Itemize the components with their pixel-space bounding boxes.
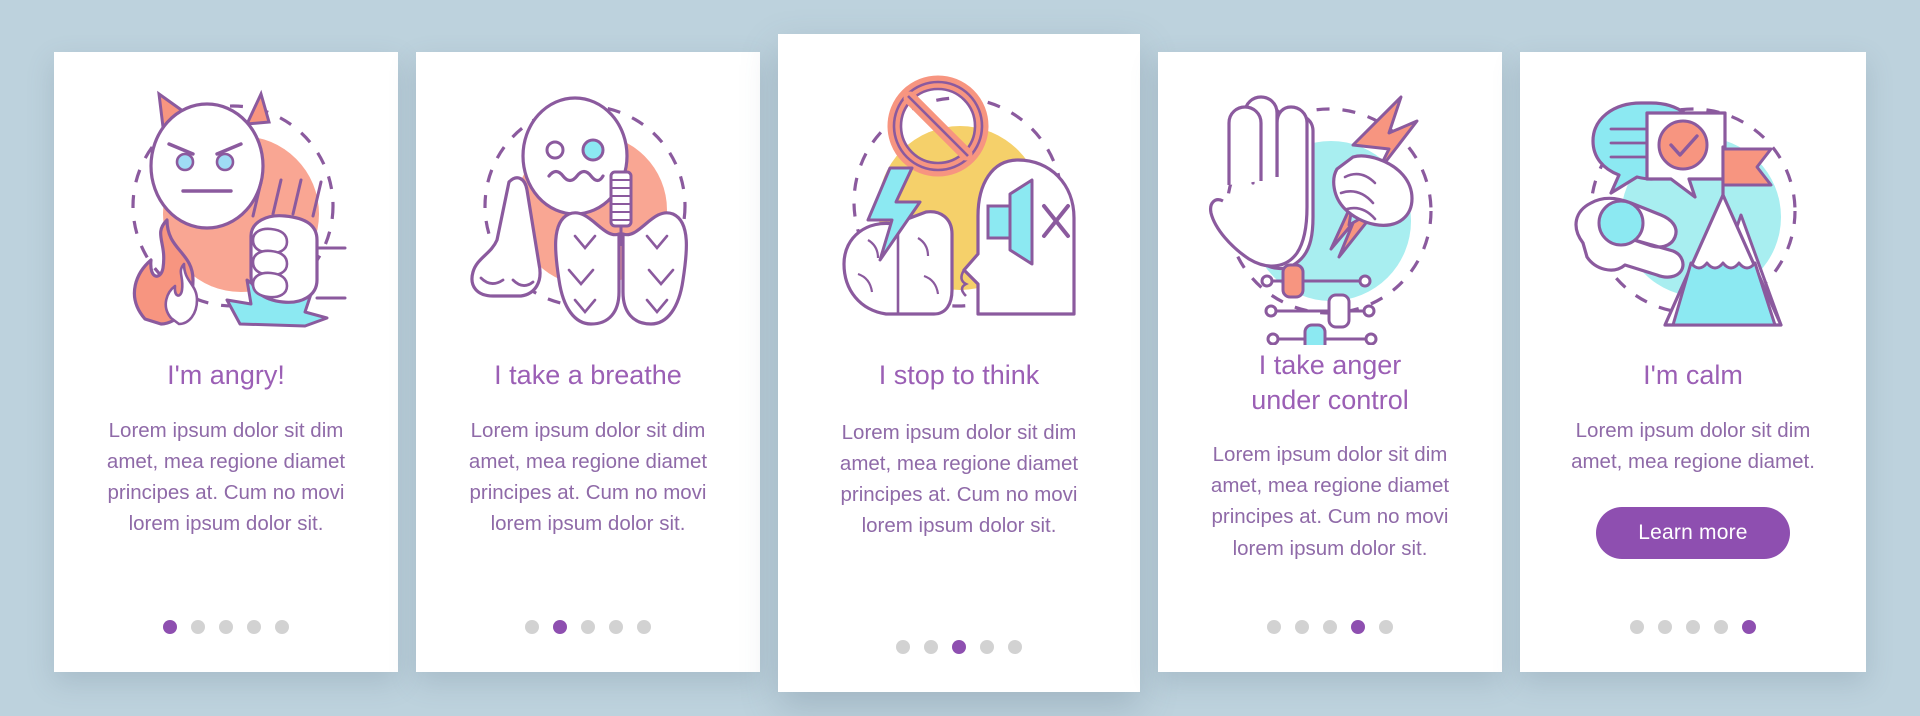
pagination-dot[interactable] <box>980 640 994 654</box>
card-body-text: Lorem ipsum dolor sit dim amet, mea regi… <box>839 420 1079 538</box>
onboarding-card-breathe[interactable]: I take a breathe Lorem ipsum dolor sit d… <box>416 52 760 672</box>
onboarding-card-calm[interactable]: I'm calm Lorem ipsum dolor sit dim amet,… <box>1520 52 1866 672</box>
pagination-dot[interactable] <box>581 620 595 634</box>
pagination-dot[interactable] <box>896 640 910 654</box>
pagination-dot[interactable] <box>637 620 651 634</box>
pagination-dot[interactable] <box>1008 640 1022 654</box>
illustration-face-nose-lungs-breathing <box>416 52 760 352</box>
card-body-text: Lorem ipsum dolor sit dim amet, mea regi… <box>106 418 346 536</box>
card-title: I'm angry! <box>167 360 285 390</box>
illustration-angry-devil-face-fist-fire <box>54 52 398 352</box>
pagination-dot[interactable] <box>1714 620 1728 634</box>
card-title: I stop to think <box>878 360 1040 390</box>
pagination-dots[interactable] <box>778 640 1140 654</box>
pagination-dot[interactable] <box>609 620 623 634</box>
onboarding-card-stop-to-think[interactable]: I stop to think Lorem ipsum dolor sit di… <box>778 34 1140 692</box>
pagination-dots[interactable] <box>416 620 760 634</box>
card-body-text: Lorem ipsum dolor sit dim amet, mea regi… <box>1571 418 1815 473</box>
pagination-dot[interactable] <box>191 620 205 634</box>
onboarding-screens-container: I'm angry! Lorem ipsum dolor sit dim ame… <box>0 0 1920 716</box>
onboarding-card-anger-control[interactable]: I take anger under control Lorem ipsum do… <box>1158 52 1502 672</box>
pagination-dot[interactable] <box>1267 620 1281 634</box>
pagination-dot[interactable] <box>1351 620 1365 634</box>
pagination-dot[interactable] <box>1295 620 1309 634</box>
pagination-dot[interactable] <box>924 640 938 654</box>
pagination-dot[interactable] <box>1686 620 1700 634</box>
pagination-dot[interactable] <box>1658 620 1672 634</box>
pagination-dot[interactable] <box>1742 620 1756 634</box>
pagination-dots[interactable] <box>1520 620 1866 634</box>
pagination-dot[interactable] <box>163 620 177 634</box>
pagination-dot[interactable] <box>525 620 539 634</box>
card-title: I take anger under control <box>1251 350 1409 415</box>
pagination-dot[interactable] <box>247 620 261 634</box>
card-title: I'm calm <box>1643 360 1743 390</box>
illustration-stop-hand-fist-lightning-sliders <box>1158 52 1502 352</box>
pagination-dot[interactable] <box>553 620 567 634</box>
pagination-dots[interactable] <box>54 620 398 634</box>
illustration-chat-check-ok-hand-mountain-flag <box>1520 52 1866 352</box>
card-body-text: Lorem ipsum dolor sit dim amet, mea regi… <box>1210 443 1450 560</box>
pagination-dot[interactable] <box>1323 620 1337 634</box>
pagination-dot[interactable] <box>1379 620 1393 634</box>
onboarding-card-angry[interactable]: I'm angry! Lorem ipsum dolor sit dim ame… <box>54 52 398 672</box>
pagination-dot[interactable] <box>219 620 233 634</box>
pagination-dot[interactable] <box>1630 620 1644 634</box>
card-title: I take a breathe <box>494 360 682 390</box>
card-body-text: Lorem ipsum dolor sit dim amet, mea regi… <box>468 418 708 536</box>
pagination-dots[interactable] <box>1158 620 1502 634</box>
learn-more-button[interactable]: Learn more <box>1596 506 1790 559</box>
pagination-dot[interactable] <box>952 640 966 654</box>
illustration-brain-lightning-head-mute-prohibition <box>778 34 1140 350</box>
pagination-dot[interactable] <box>275 620 289 634</box>
